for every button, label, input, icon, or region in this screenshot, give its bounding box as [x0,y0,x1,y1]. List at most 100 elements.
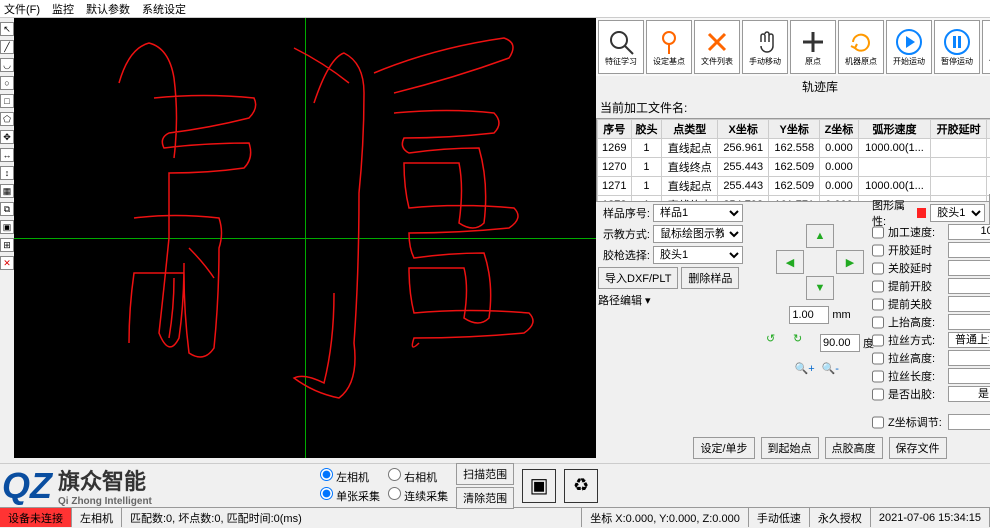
zoom-in-icon[interactable]: 🔍+ [795,362,819,384]
tool-pointer[interactable]: ↖ [0,22,14,36]
tool-copy[interactable]: ⧉ [0,202,14,216]
tool-circle[interactable]: ○ [0,76,14,90]
col-header[interactable]: 点类型 [662,120,718,139]
stop-button[interactable]: 停止运动 [982,20,990,74]
col-header[interactable]: Z坐标 [820,120,858,139]
step-input[interactable] [789,306,829,324]
tool-align-v[interactable]: ↕ [0,166,14,180]
delete-sample-button[interactable]: 删除样品 [681,267,739,289]
menu-defparam[interactable]: 默认参数 [86,1,130,17]
tool-poly[interactable]: ⬠ [0,112,14,126]
angle-input[interactable] [820,334,860,352]
param-select-9[interactable]: 是 [948,386,990,402]
tool-img[interactable]: ▣ [0,220,14,234]
table-row[interactable]: 12691直线起点256.961162.5580.0001000.00(1...… [598,139,990,158]
arrow-down[interactable]: ▼ [806,276,834,300]
param-check-1[interactable] [872,244,884,257]
rotate-cw[interactable]: ↻ [793,332,817,354]
tool-arc[interactable]: ◡ [0,58,14,72]
tool-rect[interactable]: □ [0,94,14,108]
arrow-left[interactable]: ◀ [776,250,804,274]
param-check-7[interactable] [872,352,884,365]
machine-origin-button[interactable]: 机器原点 [838,20,884,74]
zcomp-value[interactable]: 0 [948,414,990,430]
arrow-up[interactable]: ▲ [806,224,834,248]
tool-move[interactable]: ✥ [0,130,14,144]
param-select-6[interactable]: 普通上抬 [948,332,990,348]
left-cam-radio[interactable]: 左相机 [320,468,380,485]
to-start-button[interactable]: 到起始点 [761,437,819,459]
menu-monitor[interactable]: 监控 [52,1,74,17]
current-file-label: 当前加工文件名: [596,97,990,118]
tool-align-h[interactable]: ↔ [0,148,14,162]
col-header[interactable]: 开胶延时 [931,120,987,139]
zoom-out-icon[interactable]: 🔍- [822,362,846,384]
logo: QZ 旗众智能Qi Zhong Intelligent [2,464,312,507]
arrow-right[interactable]: ▶ [836,250,864,274]
col-header[interactable]: 弧形速度 [858,120,931,139]
param-value-2[interactable]: 0 [948,260,990,276]
param-check-3[interactable] [872,280,884,293]
tool-del[interactable]: ✕ [0,256,14,270]
param-value-7[interactable]: 0 [948,350,990,366]
param-value-1[interactable]: 0 [948,242,990,258]
glue-select[interactable]: 胶头1 [653,246,743,264]
set-mark-button[interactable]: 设定基点 [646,20,692,74]
glue-label: 胶枪选择: [598,247,650,263]
import-button[interactable]: 导入DXF/PLT [598,267,678,289]
special-learn-button[interactable]: 特征学习 [598,20,644,74]
teach-select[interactable]: 鼠标绘图示教 [653,225,743,243]
right-cam-radio[interactable]: 右相机 [388,468,448,485]
design-canvas[interactable] [14,18,596,458]
save-file-button[interactable]: 保存文件 [889,437,947,459]
origin-button[interactable]: 原点 [790,20,836,74]
sample-no-select[interactable]: 样品1 [653,204,743,222]
clear-range-button[interactable]: 清除范围 [456,487,514,509]
tool-grid[interactable]: ▦ [0,184,14,198]
tool-icon[interactable]: ♻ [564,469,598,503]
status-bar: 设备未连接 左相机 匹配数:0, 坏点数:0, 匹配时间:0(ms) 坐标 X:… [0,507,990,527]
scan-range-button[interactable]: 扫描范围 [456,463,514,485]
single-cap-radio[interactable]: 单张采集 [320,487,380,504]
param-label-3: 提前开胶 [888,278,944,294]
param-check-0[interactable] [872,226,884,239]
table-row[interactable]: 12711直线起点255.443162.5090.0001000.00(1... [598,177,990,196]
param-value-5[interactable]: 0 [948,314,990,330]
fit-view-icon[interactable]: ▣ [522,469,556,503]
glue-height-button[interactable]: 点胶高度 [825,437,883,459]
file-list-button[interactable]: 文件列表 [694,20,740,74]
param-check-6[interactable] [872,334,884,347]
set-step-button[interactable]: 设定/单步 [693,437,754,459]
pause-button[interactable]: 暂停运动 [934,20,980,74]
param-value-0[interactable]: 1000 [948,224,990,240]
left-toolbar: ↖ ╱ ◡ ○ □ ⬠ ✥ ↔ ↕ ▦ ⧉ ▣ ⊞ ✕ [0,18,14,463]
cont-cap-radio[interactable]: 连续采集 [388,487,448,504]
start-button[interactable]: 开始运动 [886,20,932,74]
col-header[interactable]: 胶头 [631,120,662,139]
rotate-ccw[interactable]: ↺ [766,332,790,354]
param-check-5[interactable] [872,316,884,329]
tool-array[interactable]: ⊞ [0,238,14,252]
zcomp-check[interactable] [872,416,884,429]
chevron-down-icon[interactable]: ▾ [645,294,651,307]
param-value-3[interactable]: 0 [948,278,990,294]
trajectory-table[interactable]: 序号胶头点类型X坐标Y坐标Z坐标弧形速度开胶延时上抬高…12691直线起点256… [596,118,990,202]
param-check-9[interactable] [872,388,884,401]
col-header[interactable]: 序号 [598,120,632,139]
col-header[interactable]: X坐标 [718,120,769,139]
param-label-7: 拉丝高度: [888,350,944,366]
menu-file[interactable]: 文件(F) [4,1,40,17]
col-header[interactable]: 上抬高… [987,120,990,139]
param-check-8[interactable] [872,370,884,383]
param-check-2[interactable] [872,262,884,275]
menu-sysset[interactable]: 系统设定 [142,1,186,17]
param-check-4[interactable] [872,298,884,311]
manual-move-button[interactable]: 手动移动 [742,20,788,74]
main-iconbar: 特征学习设定基点文件列表手动移动原点机器原点开始运动暂停运动停止运动 [596,18,990,76]
param-value-8[interactable]: 0 [948,368,990,384]
col-header[interactable]: Y坐标 [769,120,820,139]
param-value-4[interactable]: 0 [948,296,990,312]
tool-line[interactable]: ╱ [0,40,14,54]
head-select[interactable]: 胶头1 [930,204,985,222]
table-row[interactable]: 12701直线终点255.443162.5090.0000.00 [598,158,990,177]
